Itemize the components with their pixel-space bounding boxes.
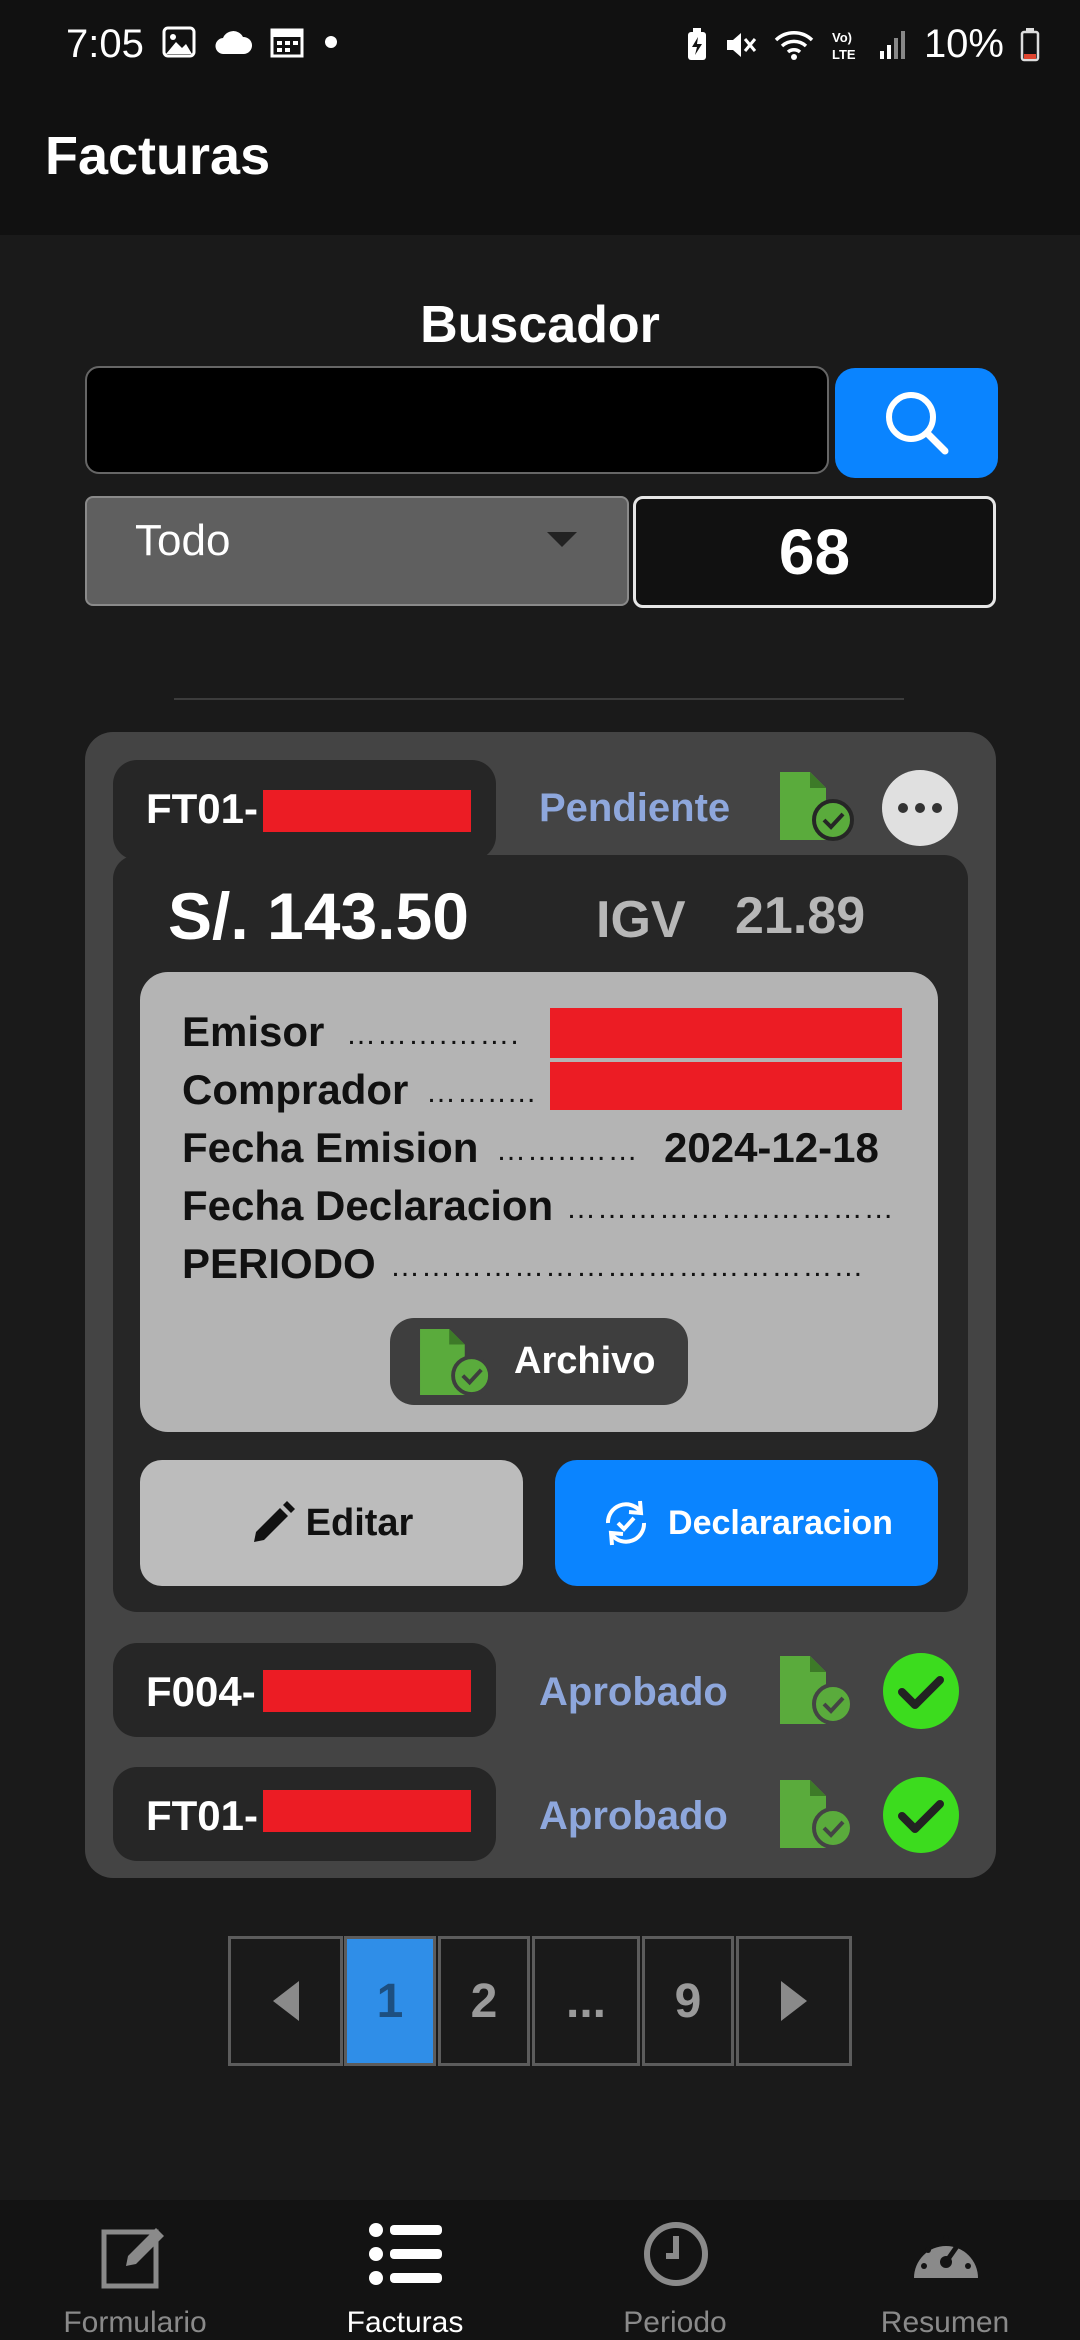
calendar-icon xyxy=(270,28,304,58)
signal-icon xyxy=(879,30,905,59)
invoice-code: FT01- xyxy=(146,1792,259,1839)
result-count: 68 xyxy=(633,496,996,608)
file-check-icon xyxy=(780,1780,854,1849)
redacted-block xyxy=(550,1062,902,1110)
filter-select[interactable]: Todo xyxy=(85,496,629,606)
declaration-label: Declararacion xyxy=(668,1503,893,1542)
prev-page-button[interactable] xyxy=(228,1936,343,2066)
image-icon xyxy=(162,26,196,58)
page-button-1[interactable]: 1 xyxy=(344,1936,436,2066)
chevron-right-icon xyxy=(781,1981,807,2021)
redacted-block xyxy=(263,1790,471,1832)
igv-value: 21.89 xyxy=(735,887,866,945)
wifi-icon xyxy=(774,30,814,60)
clock-icon xyxy=(644,2222,708,2286)
volte-icon: Vo) LTE xyxy=(832,30,856,62)
search-button[interactable] xyxy=(835,368,998,478)
redacted-block xyxy=(263,790,471,832)
nav-label: Facturas xyxy=(346,2306,464,2339)
sync-check-icon xyxy=(606,1500,647,1546)
invoice-status: Aprobado xyxy=(539,1794,728,1838)
page-button-9[interactable]: 9 xyxy=(642,1936,734,2066)
invoice-code: FT01- xyxy=(146,785,259,832)
fecha-emision-dots: ……..…… xyxy=(496,1134,639,1167)
edit-button[interactable]: Editar xyxy=(140,1460,523,1586)
svg-text:LTE: LTE xyxy=(832,47,856,62)
comprador-dots: ……..… xyxy=(426,1076,538,1109)
emisor-label: Emisor xyxy=(182,1008,325,1055)
caret-down-icon xyxy=(547,532,577,547)
nav-periodo[interactable]: Periodo xyxy=(540,2200,810,2340)
mute-icon xyxy=(726,32,757,57)
search-input[interactable] xyxy=(85,366,829,474)
emisor-dots: ……….……. xyxy=(346,1018,520,1051)
status-icons-left xyxy=(162,26,340,58)
search-icon xyxy=(885,392,948,455)
file-check-icon xyxy=(780,772,854,841)
pencil-icon xyxy=(253,1501,295,1542)
next-page-button[interactable] xyxy=(736,1936,852,2066)
approved-check-icon xyxy=(883,1777,959,1853)
battery-percent: 10% xyxy=(923,22,1004,66)
filter-selected-value: Todo xyxy=(135,516,231,565)
redacted-block xyxy=(263,1670,471,1712)
divider xyxy=(174,698,904,700)
dot-icon xyxy=(325,36,337,48)
periodo-label: PERIODO xyxy=(182,1240,376,1287)
nav-formulario[interactable]: Formulario xyxy=(0,2200,270,2340)
battery-saver-icon xyxy=(687,27,706,60)
invoice-amount: S/. 143.50 xyxy=(168,879,469,953)
nav-label: Formulario xyxy=(63,2306,207,2339)
edit-form-icon xyxy=(101,2228,164,2289)
status-time: 7:05 xyxy=(66,22,144,66)
status-icons-right: Vo) LTE 10% xyxy=(686,22,1040,67)
nav-label: Resumen xyxy=(880,2306,1010,2339)
list-icon xyxy=(369,2223,442,2285)
more-icon xyxy=(898,803,942,813)
page-ellipsis: ... xyxy=(532,1936,640,2066)
gauge-icon xyxy=(914,2235,978,2278)
chevron-left-icon xyxy=(272,1981,299,2021)
igv-label: IGV xyxy=(596,891,686,949)
page-button-2[interactable]: 2 xyxy=(438,1936,530,2066)
archivo-button[interactable]: Archivo xyxy=(390,1318,688,1405)
fecha-declaracion-dots: ………………..………… xyxy=(566,1192,895,1225)
declaration-button[interactable]: Declararacion xyxy=(555,1460,938,1586)
cloud-icon xyxy=(215,31,252,55)
fecha-emision-label: Fecha Emision xyxy=(182,1124,479,1171)
more-options-button[interactable] xyxy=(882,770,958,846)
invoice-status: Aprobado xyxy=(539,1670,728,1714)
invoice-status: Pendiente xyxy=(539,786,731,830)
redacted-block xyxy=(550,1008,902,1058)
approved-check-icon xyxy=(883,1653,959,1729)
archivo-label: Archivo xyxy=(514,1340,656,1382)
invoice-code: F004- xyxy=(146,1668,256,1715)
comprador-label: Comprador xyxy=(182,1066,409,1113)
file-check-icon xyxy=(420,1328,492,1396)
battery-icon xyxy=(1020,27,1040,61)
fecha-declaracion-label: Fecha Declaracion xyxy=(182,1182,554,1229)
page-title: Facturas xyxy=(45,126,271,186)
nav-resumen[interactable]: Resumen xyxy=(810,2200,1080,2340)
periodo-dots: …………………….………………… xyxy=(390,1250,865,1283)
fecha-emision-value: 2024-12-18 xyxy=(664,1124,879,1171)
nav-label: Periodo xyxy=(623,2306,727,2339)
svg-text:Vo): Vo) xyxy=(832,30,852,45)
nav-facturas[interactable]: Facturas xyxy=(270,2200,540,2340)
file-check-icon xyxy=(780,1656,854,1725)
edit-label: Editar xyxy=(305,1501,414,1544)
search-title: Buscador xyxy=(420,296,660,354)
